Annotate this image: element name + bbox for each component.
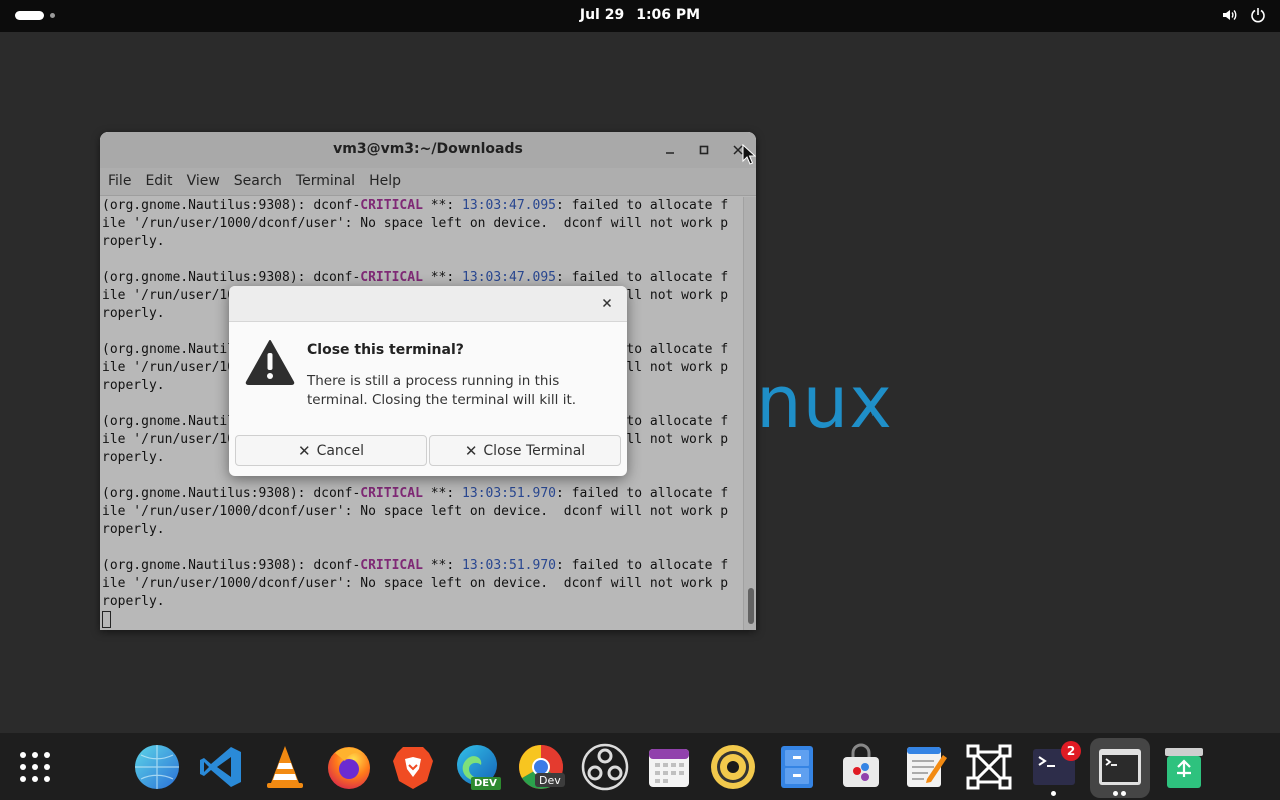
vlc-icon bbox=[267, 746, 303, 788]
dialog-header bbox=[229, 286, 627, 322]
clock-date: Jul 29 bbox=[579, 7, 625, 23]
top-bar: Jul 29 1:06 PM bbox=[0, 0, 1280, 32]
dock-app-firefox[interactable] bbox=[325, 743, 373, 791]
edge-dev-label: DEV bbox=[474, 778, 497, 789]
volume-icon[interactable] bbox=[1222, 7, 1238, 23]
wallpaper-logo: nux bbox=[756, 360, 893, 444]
dialog-actions: ✕ Cancel ✕ Close Terminal bbox=[235, 435, 621, 468]
close-terminal-button[interactable]: ✕ Close Terminal bbox=[429, 435, 621, 466]
chrome-dev-label: Dev bbox=[539, 774, 561, 787]
power-icon[interactable] bbox=[1250, 7, 1266, 23]
wallpaper-trademark: ™ bbox=[870, 413, 879, 423]
dock: DEV Dev 2 bbox=[0, 733, 1280, 800]
dock-app-text-editor[interactable] bbox=[901, 743, 949, 791]
dock-app-terminal-b[interactable] bbox=[1096, 743, 1144, 791]
close-terminal-dialog[interactable]: Close this terminal? There is still a pr… bbox=[229, 286, 627, 476]
running-indicator bbox=[1113, 791, 1118, 796]
dialog-title: Close this terminal? bbox=[307, 342, 464, 358]
running-indicator bbox=[1121, 791, 1126, 796]
firefox-icon bbox=[328, 747, 370, 789]
system-tray[interactable] bbox=[1222, 7, 1266, 23]
clock[interactable]: Jul 29 1:06 PM bbox=[0, 7, 1280, 23]
calendar-icon bbox=[649, 749, 689, 787]
close-icon: ✕ bbox=[297, 441, 311, 460]
dock-app-trash[interactable] bbox=[1160, 743, 1208, 791]
show-apps-button[interactable] bbox=[20, 752, 52, 784]
dialog-message: There is still a process running in this… bbox=[307, 373, 577, 408]
speaker-icon bbox=[711, 745, 755, 789]
dock-app-calendar[interactable] bbox=[645, 743, 693, 791]
dock-app-brave[interactable] bbox=[389, 743, 437, 791]
notification-badge: 2 bbox=[1061, 741, 1081, 761]
dock-app-edge-dev[interactable]: DEV bbox=[453, 743, 501, 791]
dock-app-rhythmbox[interactable] bbox=[709, 743, 757, 791]
warning-icon bbox=[245, 339, 295, 389]
clock-time: 1:06 PM bbox=[636, 7, 701, 23]
close-terminal-button-label: Close Terminal bbox=[483, 442, 586, 459]
vscode-icon bbox=[200, 747, 241, 787]
dialog-close-button[interactable] bbox=[599, 295, 615, 311]
dock-app-frame[interactable] bbox=[965, 743, 1013, 791]
frame-icon bbox=[966, 744, 1012, 790]
dock-app-web-browser[interactable] bbox=[133, 743, 181, 791]
mouse-pointer-icon bbox=[742, 143, 757, 170]
close-icon: ✕ bbox=[464, 441, 478, 460]
bag-icon bbox=[843, 743, 879, 787]
text-editor-icon bbox=[907, 747, 947, 787]
cancel-button[interactable]: ✕ Cancel bbox=[235, 435, 427, 466]
obs-icon bbox=[581, 743, 629, 791]
file-cabinet-icon bbox=[781, 746, 813, 788]
dock-app-chrome-dev[interactable]: Dev bbox=[517, 743, 565, 791]
brave-icon bbox=[393, 747, 433, 789]
recycle-bin-icon bbox=[1165, 748, 1203, 788]
terminal-icon bbox=[1099, 749, 1141, 785]
globe-icon bbox=[135, 745, 179, 789]
cancel-button-label: Cancel bbox=[316, 442, 364, 459]
dock-app-vscode[interactable] bbox=[197, 743, 245, 791]
dock-app-vlc[interactable] bbox=[261, 743, 309, 791]
dock-app-files[interactable] bbox=[773, 743, 821, 791]
dock-app-obs[interactable] bbox=[581, 743, 629, 791]
dock-app-software[interactable] bbox=[837, 743, 885, 791]
running-indicator bbox=[1051, 791, 1056, 796]
close-icon bbox=[602, 298, 612, 308]
